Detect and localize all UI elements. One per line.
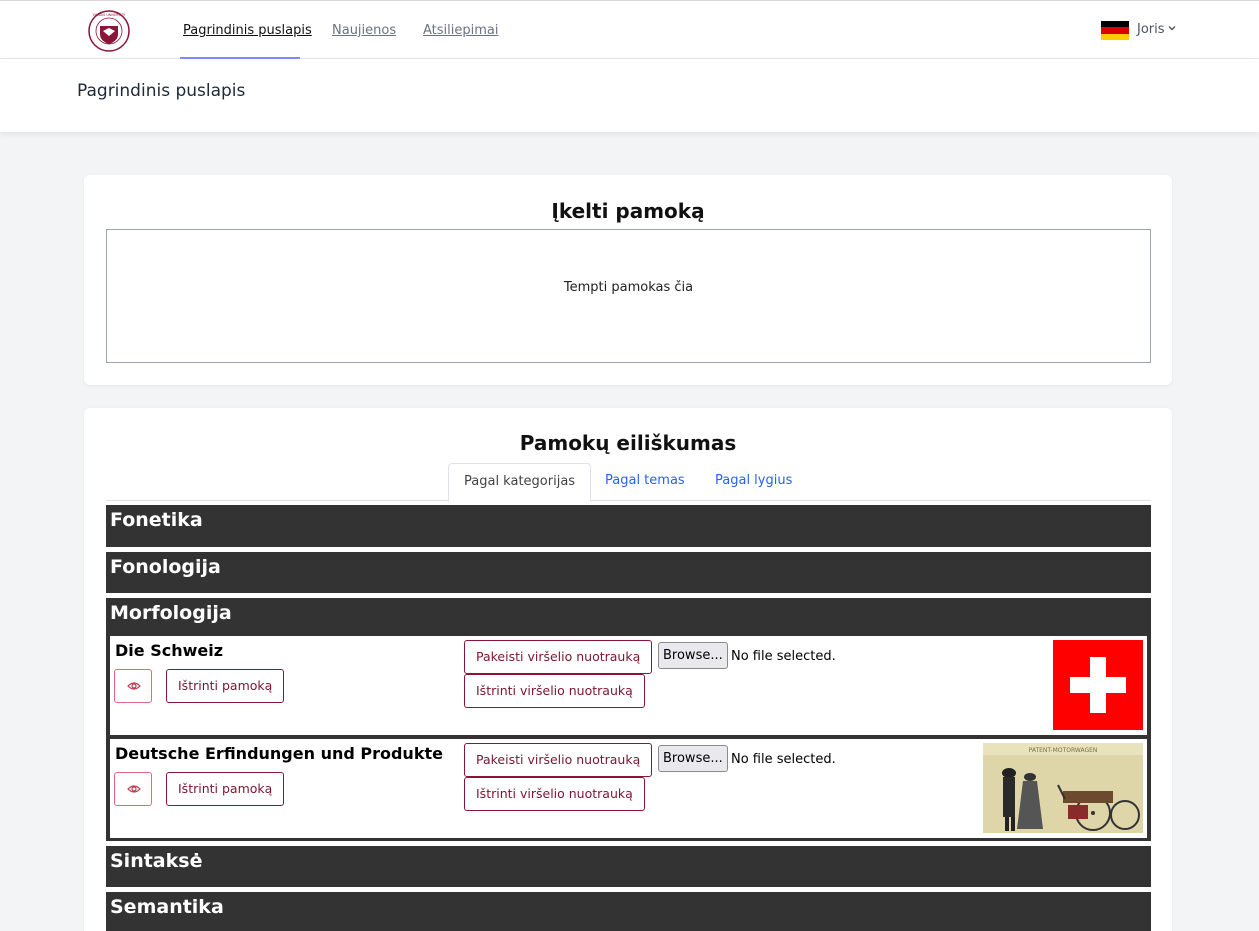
- lesson-title: Deutsche Erfindungen und Produkte: [115, 744, 443, 763]
- order-tabs: Pagal kategorijas Pagal temas Pagal lygi…: [106, 463, 1151, 502]
- tab-by-levels[interactable]: Pagal lygius: [700, 463, 807, 501]
- category-fonetika[interactable]: Fonetika: [106, 505, 1151, 547]
- browse-file-button[interactable]: Browse...: [658, 745, 728, 772]
- page-title: Pagrindinis puslapis: [77, 81, 246, 101]
- delete-cover-button[interactable]: Ištrinti viršelio nuotrauką: [464, 674, 645, 708]
- lesson-order-title: Pamokų eiliškumas: [519, 431, 737, 455]
- nav-link-feedback[interactable]: Atsiliepimai: [423, 23, 498, 38]
- view-lesson-button[interactable]: [114, 772, 152, 806]
- germany-flag-icon[interactable]: [1101, 21, 1129, 40]
- view-lesson-button[interactable]: [114, 669, 152, 703]
- lesson-title: Die Schweiz: [115, 641, 224, 660]
- svg-text:VILNIUS UNIVERSITY: VILNIUS UNIVERSITY: [93, 13, 126, 17]
- category-title: Fonetika: [110, 509, 203, 531]
- nav-link-home[interactable]: Pagrindinis puslapis: [183, 23, 312, 38]
- category-semantika[interactable]: Semantika: [106, 892, 1151, 931]
- lesson-dropzone[interactable]: Tempti pamokas čia: [106, 229, 1151, 363]
- patent-motorwagen-photo: PATENT-MOTORWAGEN: [983, 743, 1143, 833]
- tab-by-topics[interactable]: Pagal temas: [590, 463, 700, 501]
- nav-link-news[interactable]: Naujienos: [332, 23, 396, 38]
- change-cover-button[interactable]: Pakeisti viršelio nuotrauką: [464, 743, 653, 777]
- chevron-down-icon[interactable]: [1167, 23, 1177, 33]
- delete-cover-button[interactable]: Ištrinti viršelio nuotrauką: [464, 777, 645, 811]
- category-title: Semantika: [110, 896, 224, 918]
- user-menu-name[interactable]: Joris: [1137, 22, 1165, 37]
- upload-card: Įkelti pamoką Tempti pamokas čia: [84, 175, 1172, 385]
- tab-by-categories[interactable]: Pagal kategorijas: [448, 463, 592, 502]
- upload-title: Įkelti pamoką: [551, 199, 705, 223]
- category-title: Fonologija: [110, 556, 221, 578]
- category-title: Morfologija: [110, 602, 232, 624]
- eye-icon: [127, 682, 141, 690]
- lesson-item[interactable]: Deutsche Erfindungen und Produkte Ištrin…: [110, 739, 1147, 838]
- category-sintakse[interactable]: Sintaksė: [106, 846, 1151, 887]
- lesson-item[interactable]: Die Schweiz Ištrinti pamoką Pakeisti vir…: [110, 636, 1147, 735]
- category-title: Sintaksė: [110, 850, 203, 872]
- file-status: No file selected.: [731, 752, 836, 767]
- top-navbar: VILNIUS UNIVERSITY Pagrindinis puslapis …: [0, 0, 1259, 59]
- browse-file-button[interactable]: Browse...: [658, 642, 728, 669]
- change-cover-button[interactable]: Pakeisti viršelio nuotrauką: [464, 640, 653, 674]
- cover-caption: PATENT-MOTORWAGEN: [1029, 747, 1098, 754]
- category-morfologija[interactable]: Morfologija Die Schweiz Ištrinti pamoką …: [106, 598, 1151, 841]
- eye-icon: [127, 785, 141, 793]
- swiss-flag-image: [1053, 640, 1143, 730]
- delete-lesson-button[interactable]: Ištrinti pamoką: [166, 669, 285, 703]
- delete-lesson-button[interactable]: Ištrinti pamoką: [166, 772, 285, 806]
- university-logo[interactable]: VILNIUS UNIVERSITY: [86, 9, 132, 53]
- page-header: Pagrindinis puslapis: [0, 59, 1259, 132]
- category-fonologija[interactable]: Fonologija: [106, 552, 1151, 593]
- file-status: No file selected.: [731, 649, 836, 664]
- lesson-order-card: Pamokų eiliškumas Pagal kategorijas Paga…: [84, 408, 1172, 931]
- dropzone-text: Tempti pamokas čia: [563, 280, 694, 295]
